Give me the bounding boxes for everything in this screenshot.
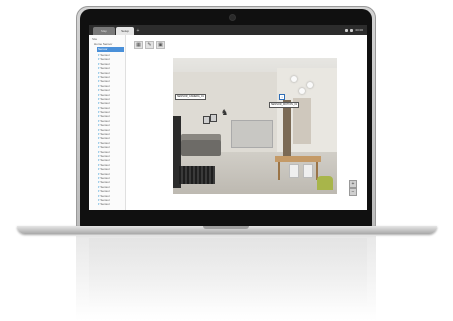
rug [179, 166, 215, 184]
floorplan-image[interactable]: ♞ SENSOR_CAMERA_01 ▪ SENSOR_MOTION_01 [173, 58, 337, 194]
tree-list: SensorSensorSensorSensorSensorSensorSens… [98, 53, 124, 207]
image-icon[interactable]: ▣ [156, 41, 165, 49]
laptop-notch [203, 226, 249, 229]
sofa [181, 140, 221, 156]
browser-topbar: Map Setup + 00:00 [89, 25, 367, 35]
ceiling-light [291, 76, 297, 82]
tab-map[interactable]: Map [93, 27, 115, 35]
grid-icon[interactable]: ▦ [134, 41, 143, 49]
dining-table [275, 156, 321, 162]
sidebar-tree: Site Home Sensor Sensor SensorSensorSens… [89, 35, 126, 210]
main-content: ▦ ✎ ▣ ♞ SENSOR_CAMERA_01 ▪ SENSOR_MOTION… [126, 35, 367, 210]
laptop-frame: Map Setup + 00:00 Site Home Sensor Senso… [0, 0, 453, 321]
new-tab-button[interactable]: + [135, 27, 141, 35]
edit-icon[interactable]: ✎ [145, 41, 154, 49]
table-leg [278, 162, 280, 180]
map-toolbar: ▦ ✎ ▣ [134, 41, 165, 49]
deer-head-decor: ♞ [221, 108, 229, 117]
wood-pillar [283, 100, 291, 160]
webcam-icon [230, 15, 235, 20]
app-screen: Map Setup + 00:00 Site Home Sensor Senso… [89, 25, 367, 210]
plant [317, 176, 333, 190]
picture-frame [203, 116, 210, 124]
sensor-marker-icon[interactable]: ▪ [279, 94, 285, 100]
ceiling-light [307, 82, 313, 88]
screen-reflection [89, 238, 367, 308]
tree-item-selected[interactable]: Sensor [97, 47, 124, 52]
zoom-out-button[interactable]: − [349, 188, 357, 196]
wifi-icon [345, 28, 349, 32]
ceiling-light [299, 88, 305, 94]
chair [303, 164, 313, 178]
tab-setup[interactable]: Setup [116, 27, 134, 35]
tree-group[interactable]: Home Sensor [94, 42, 112, 46]
cabinet [231, 120, 273, 148]
tree-item[interactable]: Sensor [98, 202, 124, 206]
clock: 00:00 [355, 28, 363, 32]
chair [289, 164, 299, 178]
sensor-marker-label[interactable]: SENSOR_MOTION_01 [269, 102, 300, 108]
zoom-in-button[interactable]: + [349, 180, 357, 188]
system-tray: 00:00 [345, 25, 363, 35]
sensor-marker-label[interactable]: SENSOR_CAMERA_01 [175, 94, 206, 100]
tree-root[interactable]: Site [92, 37, 97, 41]
battery-icon [350, 28, 354, 32]
picture-frame [210, 114, 217, 122]
